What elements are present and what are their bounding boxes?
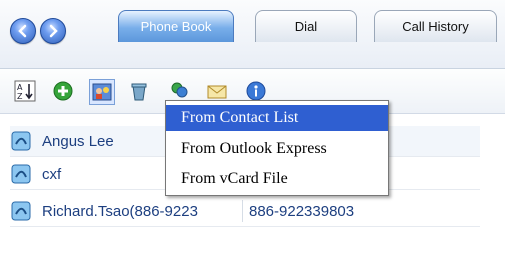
add-contact-icon xyxy=(53,81,73,101)
tab-phone-book[interactable]: Phone Book xyxy=(118,10,234,42)
tab-dial[interactable]: Dial xyxy=(255,10,357,42)
contact-name: Richard.Tsao(886-9223 xyxy=(42,202,198,220)
arrow-left-icon xyxy=(18,24,27,38)
forward-button[interactable] xyxy=(40,18,66,44)
sort-button[interactable]: A Z xyxy=(13,79,37,103)
import-menu: From Contact List From Outlook Express F… xyxy=(165,100,389,196)
contact-icon xyxy=(10,200,32,222)
add-contact-button[interactable] xyxy=(51,79,75,103)
menu-item-from-outlook-express[interactable]: From Outlook Express xyxy=(166,136,388,162)
contact-phone: 886-922339803 xyxy=(249,202,355,220)
tab-call-history[interactable]: Call History xyxy=(374,10,497,42)
group-contacts-icon xyxy=(171,82,188,98)
back-button[interactable] xyxy=(10,18,36,44)
contact-icon xyxy=(10,163,32,185)
sort-icon: A Z xyxy=(14,80,36,102)
delete-contact-icon xyxy=(131,83,147,101)
info-icon xyxy=(246,81,266,101)
email-icon xyxy=(207,85,227,99)
column-divider xyxy=(242,200,243,222)
svg-text:Z: Z xyxy=(17,92,23,101)
contact-icon xyxy=(10,130,32,152)
arrow-right-icon xyxy=(49,24,58,38)
phonebook-window: Phone Book Dial Call History A Z Angus L… xyxy=(0,0,505,273)
import-contacts-icon xyxy=(92,83,112,101)
table-row[interactable]: Richard.Tsao(886-9223 886-922339803 xyxy=(10,196,480,227)
header-bar: Phone Book Dial Call History xyxy=(0,0,505,69)
delete-contact-button[interactable] xyxy=(127,79,151,103)
menu-item-from-vcard-file[interactable]: From vCard File xyxy=(166,166,388,192)
menu-item-from-contact-list[interactable]: From Contact List xyxy=(166,105,388,131)
svg-text:A: A xyxy=(17,83,23,92)
import-contacts-button[interactable] xyxy=(89,79,115,105)
